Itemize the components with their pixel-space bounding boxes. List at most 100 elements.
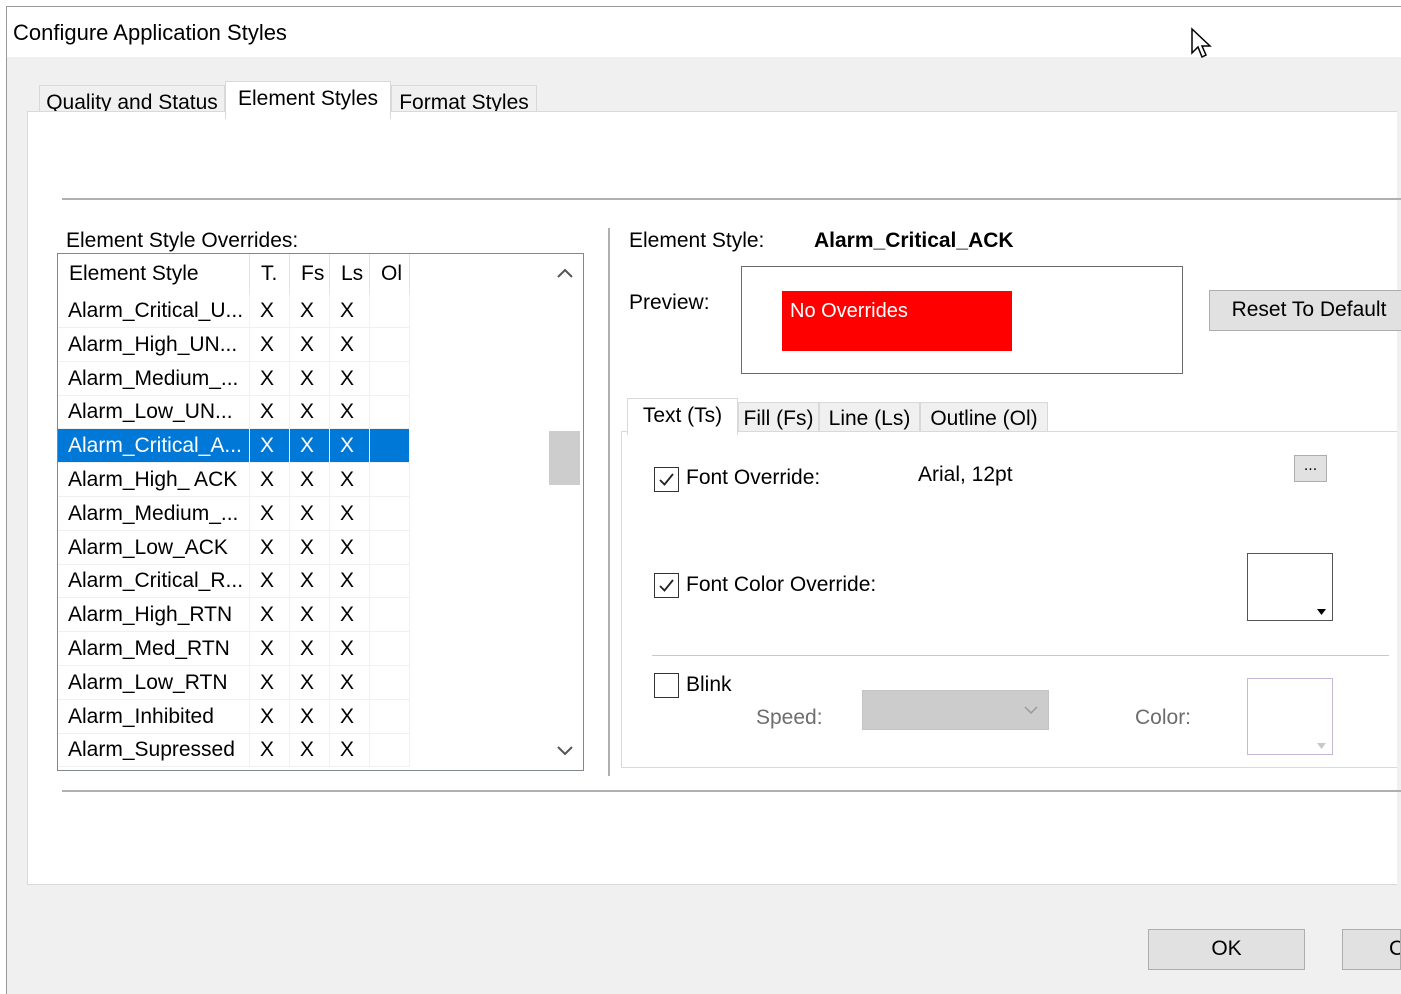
cell-text: X	[250, 699, 290, 734]
cell-text: X	[250, 294, 290, 328]
table-row[interactable]: Alarm_Medium_... X X X	[58, 361, 548, 396]
vertical-separator	[608, 228, 610, 776]
column-header-element-style[interactable]: Element Style	[58, 254, 250, 294]
list-scrollbar[interactable]	[547, 254, 583, 770]
cell-element-style: Alarm_High_UN...	[58, 327, 250, 362]
blink-color-picker[interactable]	[1247, 678, 1333, 755]
table-row[interactable]: Alarm_Low_ACK X X X	[58, 530, 548, 565]
cancel-button[interactable]: C	[1342, 929, 1401, 970]
font-color-picker[interactable]	[1247, 553, 1333, 621]
blink-checkbox[interactable]	[654, 673, 679, 698]
cell-text: X	[250, 395, 290, 430]
cell-text: X	[250, 361, 290, 396]
column-header-fill[interactable]: Fs	[290, 254, 330, 294]
cell-line: X	[330, 429, 370, 464]
table-row[interactable]: Alarm_Supressed X X X	[58, 733, 548, 768]
scroll-thumb[interactable]	[549, 431, 580, 485]
cell-element-style: Alarm_Med_RTN	[58, 632, 250, 666]
cell-outline	[370, 564, 410, 599]
table-row[interactable]: Alarm_Inhibited X X X	[58, 699, 548, 734]
cell-text: X	[250, 463, 290, 497]
cell-text: X	[250, 598, 290, 633]
cell-fill: X	[290, 733, 330, 768]
cell-line: X	[330, 632, 370, 666]
chevron-down-icon	[1024, 706, 1038, 715]
cell-element-style: Alarm_Supressed	[58, 733, 250, 768]
element-style-overrides-list[interactable]: Element Style T. Fs Ls Ol Alarm_Critical…	[57, 253, 584, 771]
table-row[interactable]: Alarm_High_UN... X X X	[58, 327, 548, 362]
cell-fill: X	[290, 294, 330, 328]
cell-element-style: Alarm_Medium_...	[58, 496, 250, 531]
cell-line: X	[330, 361, 370, 396]
column-header-outline[interactable]: Ol	[370, 254, 410, 294]
preview-swatch: No Overrides	[782, 291, 1012, 351]
column-header-text[interactable]: T.	[250, 254, 290, 294]
cell-element-style: Alarm_Critical_U...	[58, 294, 250, 328]
cell-line: X	[330, 699, 370, 734]
cell-line: X	[330, 530, 370, 565]
table-row[interactable]: Alarm_Med_RTN X X X	[58, 632, 548, 666]
cell-fill: X	[290, 361, 330, 396]
table-row[interactable]: Alarm_Critical_A... X X X	[58, 429, 548, 464]
dropdown-arrow-icon	[1317, 743, 1326, 749]
cell-outline	[370, 294, 410, 328]
font-color-override-label: Font Color Override:	[686, 573, 877, 596]
title-bar: Configure Application Styles	[7, 7, 1401, 59]
table-row[interactable]: Alarm_Medium_... X X X	[58, 496, 548, 531]
font-color-override-checkbox[interactable]	[654, 573, 679, 598]
scroll-up-icon[interactable]	[553, 262, 577, 286]
cell-line: X	[330, 496, 370, 531]
table-row[interactable]: Alarm_Low_RTN X X X	[58, 665, 548, 700]
cell-outline	[370, 733, 410, 768]
cell-element-style: Alarm_High_ ACK	[58, 463, 250, 497]
cell-fill: X	[290, 496, 330, 531]
cell-fill: X	[290, 598, 330, 633]
blink-separator	[652, 655, 1389, 656]
ok-button[interactable]: OK	[1148, 929, 1305, 970]
cell-outline	[370, 327, 410, 362]
cell-text: X	[250, 733, 290, 768]
cell-element-style: Alarm_Low_ACK	[58, 530, 250, 565]
font-override-label: Font Override:	[686, 466, 821, 489]
column-header-line[interactable]: Ls	[330, 254, 370, 294]
cell-line: X	[330, 733, 370, 768]
cell-outline	[370, 361, 410, 396]
table-row[interactable]: Alarm_High_RTN X X X	[58, 598, 548, 633]
cell-element-style: Alarm_Medium_...	[58, 361, 250, 396]
table-row[interactable]: Alarm_Low_UN... X X X	[58, 395, 548, 430]
tab-element-styles[interactable]: Element Styles	[225, 81, 391, 119]
cell-element-style: Alarm_Inhibited	[58, 699, 250, 734]
cell-text: X	[250, 632, 290, 666]
cell-element-style: Alarm_Low_UN...	[58, 395, 250, 430]
cell-fill: X	[290, 530, 330, 565]
font-override-checkbox[interactable]	[654, 467, 679, 492]
speed-dropdown[interactable]	[862, 690, 1049, 730]
table-row[interactable]: Alarm_High_ ACK X X X	[58, 463, 548, 497]
cell-element-style: Alarm_Critical_R...	[58, 564, 250, 599]
font-browse-button[interactable]: ...	[1294, 455, 1327, 482]
cell-text: X	[250, 564, 290, 599]
cell-fill: X	[290, 395, 330, 430]
cell-fill: X	[290, 429, 330, 464]
table-row[interactable]: Alarm_Critical_U... X X X	[58, 294, 548, 328]
cell-text: X	[250, 327, 290, 362]
overrides-label: Element Style Overrides:	[66, 229, 299, 252]
preview-label: Preview:	[629, 291, 710, 314]
font-value: Arial, 12pt	[918, 463, 1013, 486]
cell-line: X	[330, 665, 370, 700]
bottom-separator	[62, 790, 1401, 792]
element-style-label: Element Style:	[629, 229, 765, 252]
cell-line: X	[330, 294, 370, 328]
reset-to-default-button[interactable]: Reset To Default	[1209, 290, 1401, 331]
checkmark-icon	[659, 473, 674, 486]
cell-fill: X	[290, 632, 330, 666]
tab-text[interactable]: Text (Ts)	[627, 398, 738, 435]
dropdown-arrow-icon	[1317, 609, 1326, 615]
table-row[interactable]: Alarm_Critical_R... X X X	[58, 564, 548, 599]
scroll-down-icon[interactable]	[553, 738, 577, 762]
cell-line: X	[330, 395, 370, 430]
cell-text: X	[250, 429, 290, 464]
cell-outline	[370, 496, 410, 531]
cell-outline	[370, 598, 410, 633]
cell-outline	[370, 665, 410, 700]
